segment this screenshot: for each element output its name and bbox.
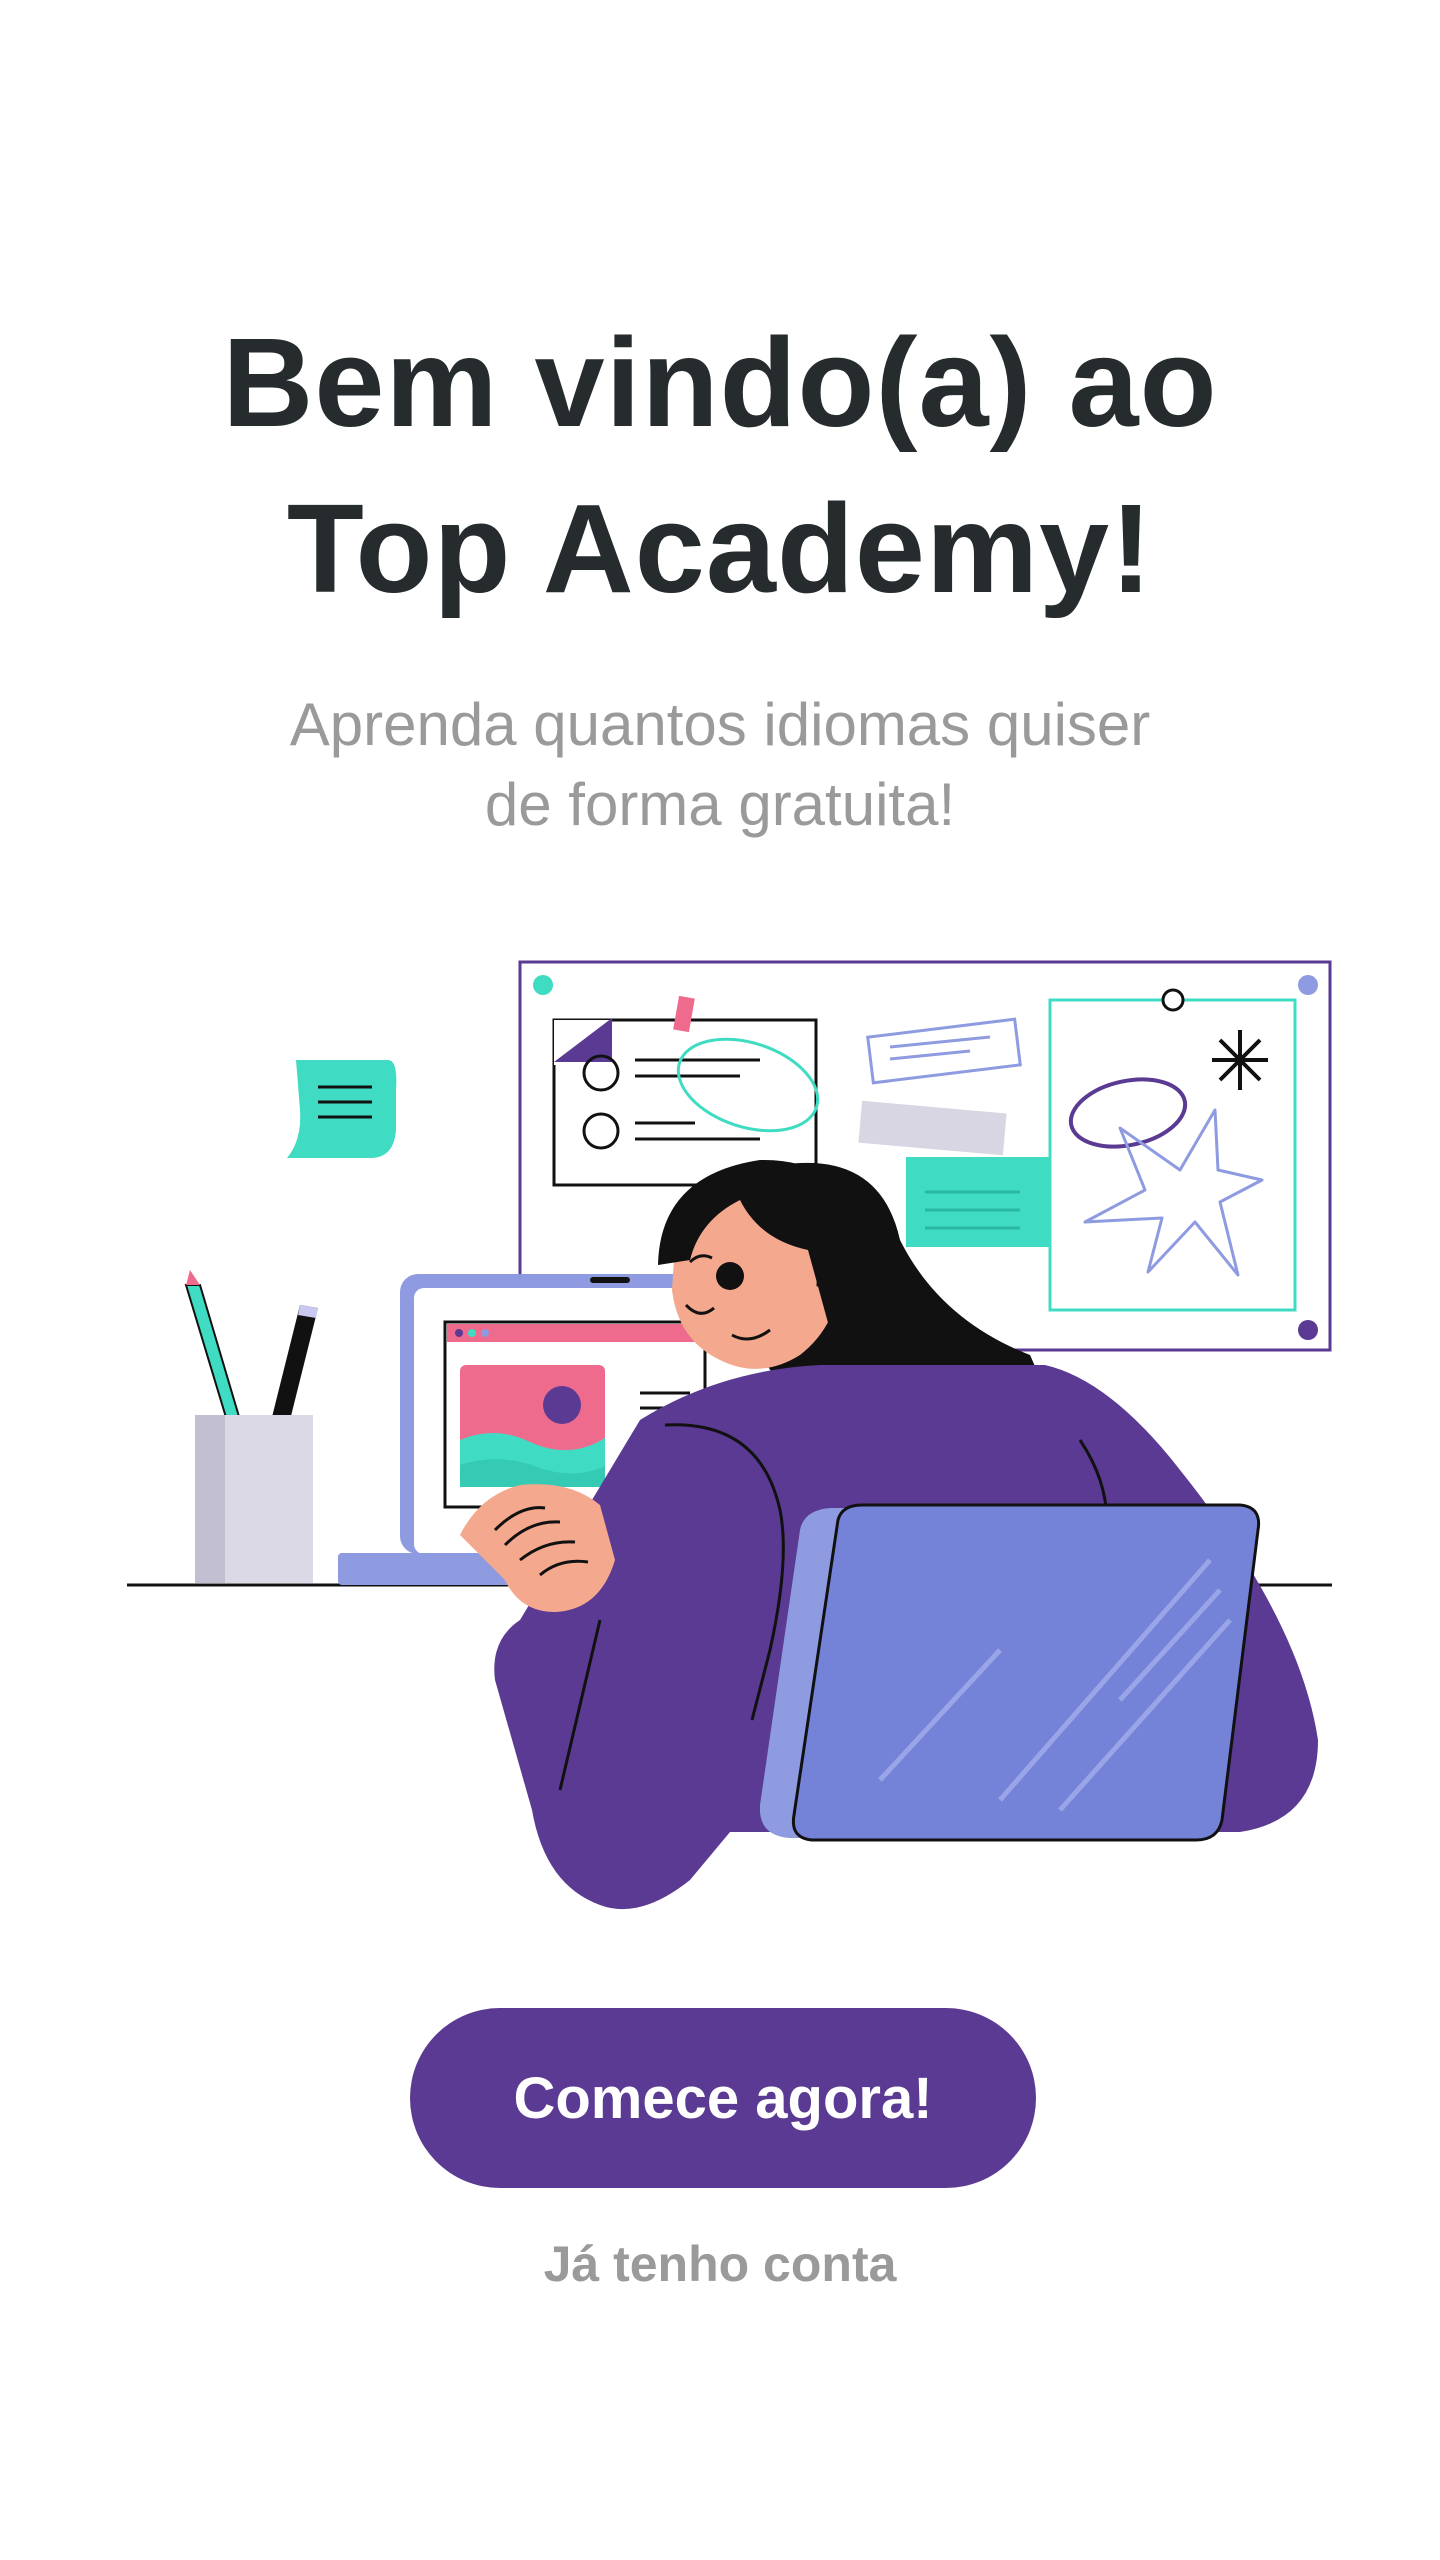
have-account-link[interactable]: Já tenho conta [0,2235,1440,2293]
sticky-note [287,1060,397,1158]
welcome-title-line-1: Bem vindo(a) ao [222,312,1218,453]
pencil-cup [184,1270,318,1583]
woman-at-laptop-illustration [127,960,1332,1910]
welcome-subtitle-line-1: Aprenda quantos idiomas quiser [289,691,1151,758]
start-now-button[interactable]: Comece agora! [410,2008,1036,2188]
welcome-subtitle: Aprenda quantos idiomas quiser de forma … [0,685,1440,845]
office-chair [759,1503,1261,1842]
welcome-title: Bem vindo(a) ao Top Academy! [0,300,1440,632]
welcome-title-line-2: Top Academy! [286,478,1154,619]
welcome-subtitle-line-2: de forma gratuita! [484,771,956,838]
